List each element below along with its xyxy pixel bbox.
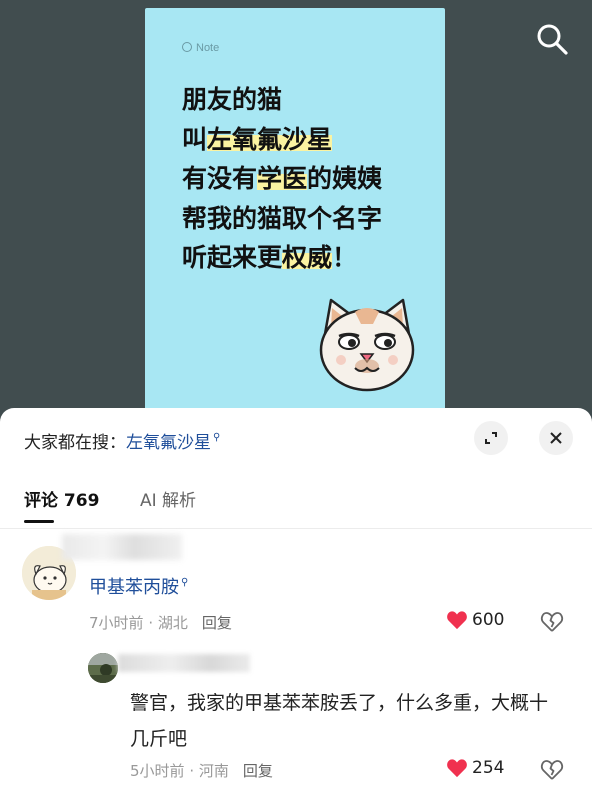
trending-search[interactable]: 大家都在搜：左氧氟沙星 ⚲ bbox=[24, 428, 220, 453]
note-line: 有没有学医的姨姨 bbox=[182, 164, 383, 193]
expand-button[interactable] bbox=[474, 421, 508, 455]
note-line: 听起来更权威！ bbox=[182, 243, 358, 272]
note-circle-icon bbox=[182, 42, 192, 52]
comment-location: 湖北 bbox=[157, 614, 188, 632]
redacted-username bbox=[118, 654, 250, 672]
broken-heart-icon[interactable] bbox=[540, 610, 564, 634]
note-line: 叫左氧氟沙星 bbox=[182, 124, 333, 154]
cat-emoji-icon bbox=[319, 298, 415, 392]
trending-search-keyword[interactable]: 左氧氟沙星 bbox=[126, 433, 211, 453]
comment-location: 河南 bbox=[198, 762, 229, 780]
landscape-avatar-icon bbox=[88, 653, 118, 683]
note-text: 朋友的猫 叫左氧氟沙星 有没有学医的姨姨 帮我的猫取个名字 听起来更权威！ bbox=[182, 80, 382, 278]
avatar[interactable] bbox=[88, 653, 118, 683]
like-button[interactable]: 600 bbox=[446, 610, 504, 630]
comment-meta: 5小时前 · 河南 回复 bbox=[130, 762, 273, 780]
comment-time: 5小时前 bbox=[130, 762, 185, 780]
comment-sheet: 大家都在搜：左氧氟沙星 ⚲ 评论 769 AI 解析 甲基苯丙胺 ⚲ 7小时前 … bbox=[0, 408, 592, 800]
active-tab-indicator bbox=[24, 520, 54, 523]
note-line: 朋友的猫 bbox=[182, 85, 283, 114]
reply-button[interactable]: 回复 bbox=[202, 614, 232, 632]
trending-search-prefix: 大家都在搜： bbox=[24, 433, 126, 453]
note-card[interactable]: Note 朋友的猫 叫左氧氟沙星 有没有学医的姨姨 帮我的猫取个名字 听起来更权… bbox=[145, 8, 445, 410]
like-button[interactable]: 254 bbox=[446, 758, 504, 778]
search-icon: ⚲ bbox=[213, 432, 221, 443]
close-button[interactable] bbox=[539, 421, 573, 455]
note-line: 帮我的猫取个名字 bbox=[182, 203, 383, 233]
like-count: 600 bbox=[472, 610, 505, 630]
broken-heart-icon[interactable] bbox=[540, 758, 564, 782]
redacted-username bbox=[62, 534, 182, 560]
comment-meta: 7小时前 · 湖北 回复 bbox=[89, 614, 232, 632]
heart-icon bbox=[447, 611, 467, 630]
close-icon bbox=[550, 432, 562, 444]
reply-button[interactable]: 回复 bbox=[243, 762, 273, 780]
note-label: Note bbox=[182, 42, 219, 54]
media-viewer: Note 朋友的猫 叫左氧氟沙星 有没有学医的姨姨 帮我的猫取个名字 听起来更权… bbox=[0, 0, 592, 410]
search-icon[interactable] bbox=[535, 22, 569, 56]
heart-icon bbox=[447, 759, 467, 778]
comment-time: 7小时前 bbox=[89, 614, 144, 632]
expand-icon bbox=[485, 432, 497, 444]
tab-comments[interactable]: 评论 769 bbox=[24, 486, 99, 511]
search-icon: ⚲ bbox=[181, 577, 189, 588]
comment-text[interactable]: 警官，我家的甲基苯苯胺丢了，什么多重，大概十几斤吧 bbox=[130, 685, 560, 757]
comment-text[interactable]: 甲基苯丙胺 ⚲ bbox=[89, 573, 188, 599]
divider bbox=[0, 528, 592, 529]
tab-ai-analysis[interactable]: AI 解析 bbox=[140, 486, 196, 511]
like-count: 254 bbox=[472, 758, 505, 778]
